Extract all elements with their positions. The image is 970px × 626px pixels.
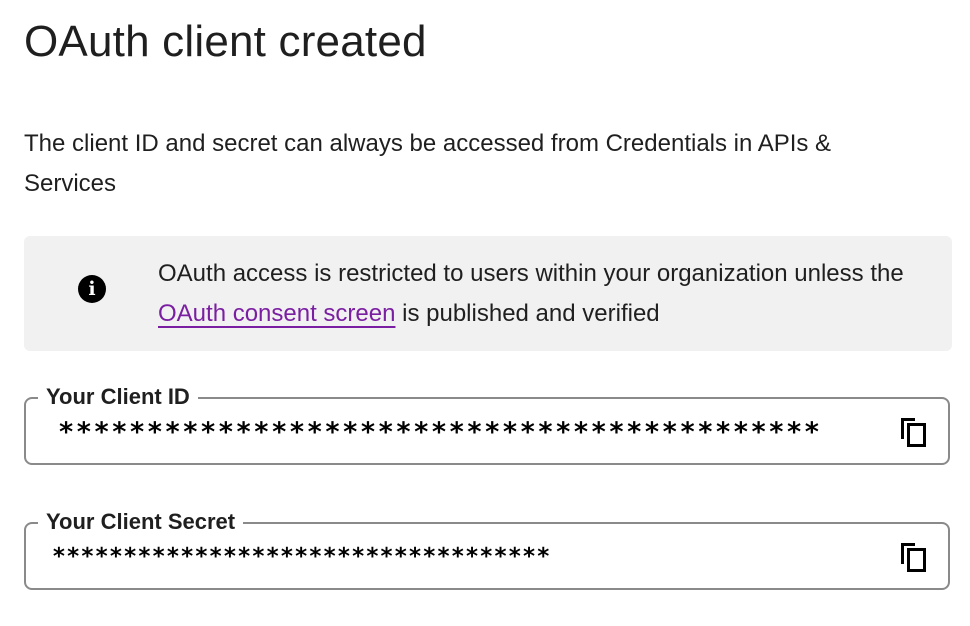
client-id-field: Your Client ID *************************… [24,382,950,465]
info-banner-text: OAuth access is restricted to users with… [158,254,918,334]
oauth-consent-screen-link[interactable]: OAuth consent screen [158,300,395,327]
oauth-client-created-dialog: OAuth client created The client ID and s… [0,0,970,626]
info-text-after: is published and verified [395,300,660,327]
client-id-value[interactable]: ****************************************… [58,415,821,451]
dialog-description: The client ID and secret can always be a… [24,130,832,197]
client-secret-value[interactable]: *********************************** [52,542,551,572]
client-secret-field: Your Client Secret *********************… [24,507,950,590]
copy-icon [901,418,926,447]
client-secret-label: Your Client Secret [38,507,244,537]
copy-icon [901,543,926,572]
copy-client-id-button[interactable] [898,416,928,448]
copy-client-secret-button[interactable] [898,541,928,573]
dialog-title: OAuth client created [24,17,427,66]
info-icon: i [78,275,106,303]
client-id-label: Your Client ID [38,382,198,412]
info-text-before: OAuth access is restricted to users with… [158,260,904,287]
